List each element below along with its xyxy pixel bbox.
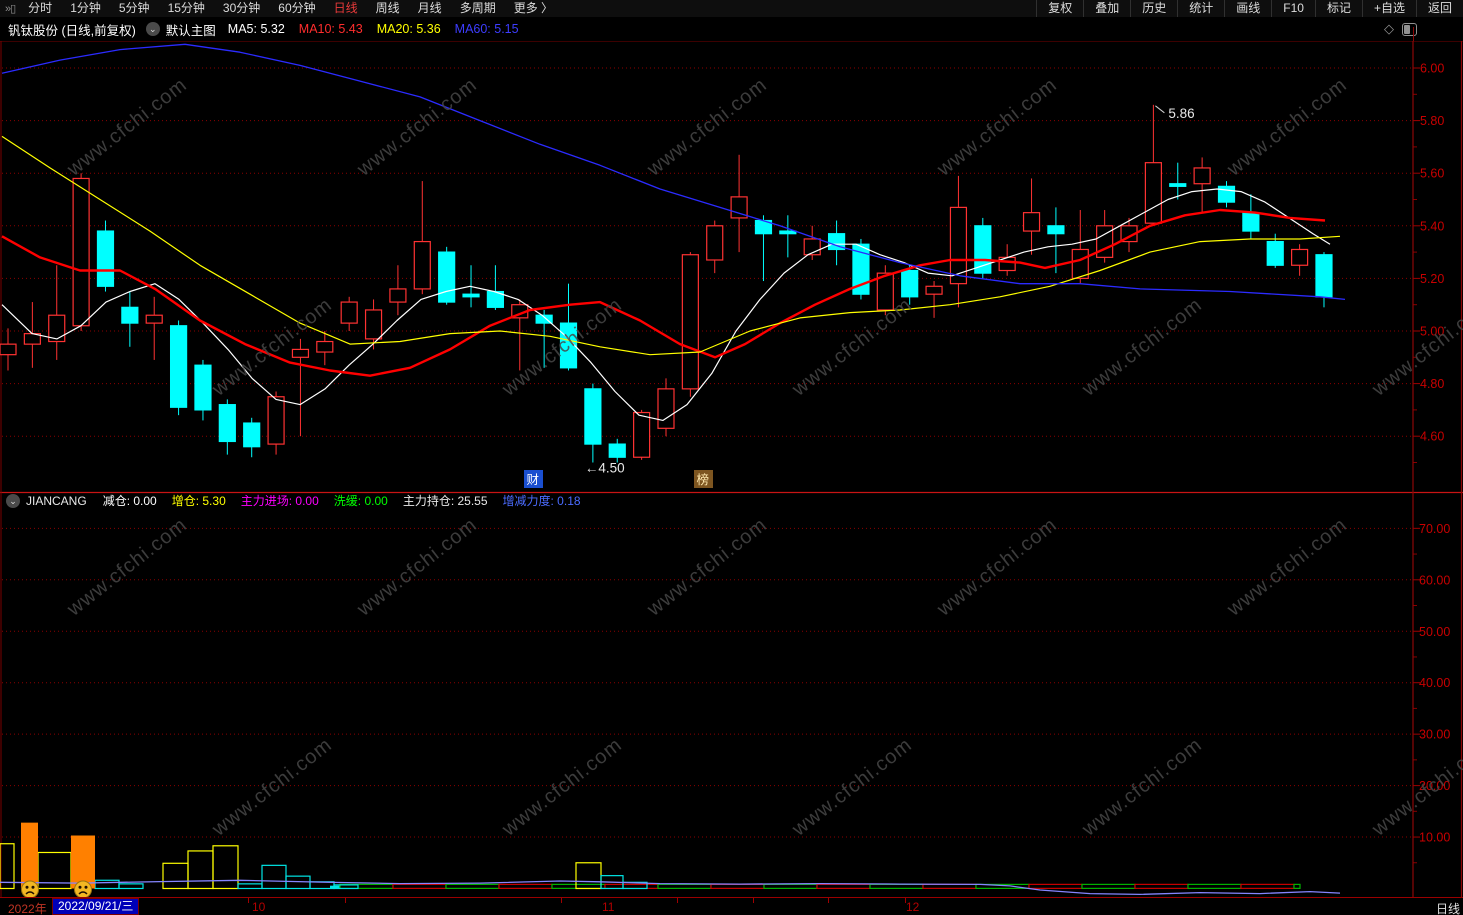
menu-item-6[interactable]: 日线	[325, 0, 367, 17]
time-tick	[345, 898, 346, 903]
selected-date-box[interactable]: 2022/09/21/三	[52, 898, 140, 915]
svg-text:30.00: 30.00	[1419, 728, 1450, 742]
month-label: 11	[602, 900, 615, 914]
indicator-field-0: 减仓: 0.00	[102, 494, 157, 508]
tool-menu-item-0[interactable]: 复权	[1036, 0, 1083, 17]
menu-item-7[interactable]: 周线	[367, 0, 409, 17]
diamond-icon[interactable]: ◇	[1384, 21, 1394, 37]
sad-emoji-icon	[74, 880, 92, 899]
chart-canvas[interactable]: 6.00 5.80 5.60 5.40 5.20 5.00 4.80 4.60 70.00 60.…	[0, 0, 1463, 915]
tool-menu-item-1[interactable]: 叠加	[1083, 0, 1130, 17]
indicator-field-2: 主力进场: 0.00	[240, 494, 319, 508]
time-tick	[753, 898, 754, 903]
indicator-header: ⌄ JIANCANG 减仓: 0.00 增仓: 5.30 主力进场: 0.00 洗缓:…	[0, 493, 1410, 508]
menu-item-10[interactable]: 更多 〉	[505, 0, 562, 17]
svg-text:20.00: 20.00	[1419, 779, 1450, 793]
chart-info-bar: 钒钛股份 (日线,前复权) ⌄ 默认主图 MA5: 5.32 MA10: 5.43…	[0, 17, 1463, 41]
menu-item-4[interactable]: 30分钟	[214, 0, 269, 17]
menu-item-1[interactable]: 1分钟	[61, 0, 110, 17]
collapse-panel-icon[interactable]: »▯	[0, 2, 19, 15]
month-label: 10	[252, 900, 266, 914]
split-panel-icon[interactable]	[1402, 22, 1417, 36]
tool-menu-item-3[interactable]: 统计	[1177, 0, 1224, 17]
chart-frame: 6.00 5.80 5.60 5.40 5.20 5.00 4.80 4.60 70.00 60.…	[0, 41, 1463, 915]
svg-text:6.00: 6.00	[1420, 62, 1444, 76]
month-label: 12	[906, 900, 920, 914]
svg-text:5.86: 5.86	[1168, 106, 1194, 121]
time-tick	[561, 898, 562, 903]
stock-title: 钒钛股份 (日线,前复权)	[8, 23, 136, 38]
time-tick	[248, 898, 249, 903]
time-tick	[828, 898, 829, 903]
tool-menu-item-6[interactable]: 标记	[1314, 0, 1362, 17]
menu-item-8[interactable]: 月线	[409, 0, 451, 17]
svg-text:50.00: 50.00	[1419, 625, 1450, 639]
jiancang-layer	[0, 822, 1341, 899]
tool-menu-item-2[interactable]: 历史	[1130, 0, 1177, 17]
svg-text:4.60: 4.60	[1420, 430, 1444, 444]
indicator-fields: 减仓: 0.00 增仓: 5.30 主力进场: 0.00 洗缓: 0.00 主力持仓: …	[103, 492, 596, 509]
svg-text:←4.50: ←4.50	[585, 461, 625, 476]
menu-item-2[interactable]: 5分钟	[110, 0, 159, 17]
svg-text:财: 财	[527, 473, 540, 487]
tool-menu-item-4[interactable]: 画线	[1224, 0, 1271, 17]
indicator-field-1: 增仓: 5.30	[171, 494, 226, 508]
period-menu: 分时 1分钟 5分钟 15分钟 30分钟 60分钟 日线 周线 月线 多周期 更多 〉	[19, 0, 562, 17]
svg-text:4.80: 4.80	[1420, 377, 1444, 391]
indicator-field-3: 洗缓: 0.00	[333, 494, 388, 508]
series-MA60	[1, 43, 1346, 301]
period-indicator-label: 日线	[1436, 902, 1461, 915]
time-axis-bar: 2022年 2022/09/21/三 10 11 12 日线	[0, 897, 1463, 915]
app-window: »▯ 分时 1分钟 5分钟 15分钟 30分钟 60分钟 日线 周线 月线 多周期 更多 〉 复权叠…	[0, 0, 1463, 915]
tool-menu-item-8[interactable]: 返回	[1415, 0, 1463, 17]
time-tick	[905, 898, 906, 903]
sad-emoji-icon	[21, 880, 39, 899]
menu-item-0[interactable]: 分时	[19, 0, 61, 17]
axis-border-stub	[1413, 27, 1414, 41]
candles-layer	[0, 104, 1333, 463]
chevron-down-icon[interactable]: ⌄	[6, 493, 20, 508]
indicator-name[interactable]: JIANCANG	[26, 494, 87, 508]
indicator-field-5: 增减力度: 0.18	[502, 494, 581, 508]
tools-menu: 复权 叠加 历史 统计 画线 F10 标记 +自选 返回	[1036, 0, 1463, 17]
svg-text:榜: 榜	[697, 472, 710, 487]
ma-value-0: MA5: 5.32	[227, 22, 285, 36]
menu-item-9[interactable]: 多周期	[451, 0, 505, 17]
menu-item-3[interactable]: 15分钟	[159, 0, 214, 17]
chart-style-label[interactable]: 默认主图	[166, 20, 216, 39]
menu-item-5[interactable]: 60分钟	[269, 0, 324, 17]
ma-value-1: MA10: 5.43	[298, 22, 363, 36]
svg-text:70.00: 70.00	[1419, 522, 1450, 536]
svg-text:5.20: 5.20	[1420, 272, 1444, 286]
annotations-layer: 5.86 ←4.50 财 榜	[524, 105, 1195, 488]
tool-menu-item-5[interactable]: F10	[1271, 0, 1315, 17]
svg-text:60.00: 60.00	[1419, 573, 1450, 587]
tool-menu-item-7[interactable]: +自选	[1361, 0, 1416, 17]
time-tick	[677, 898, 678, 903]
chevron-down-icon[interactable]: ⌄	[145, 22, 160, 36]
svg-text:10.00: 10.00	[1419, 831, 1450, 845]
svg-text:40.00: 40.00	[1419, 676, 1450, 690]
indicator-field-4: 主力持仓: 25.55	[402, 494, 488, 508]
ma-value-3: MA60: 5.15	[454, 22, 519, 36]
svg-text:5.40: 5.40	[1420, 219, 1444, 233]
svg-text:5.80: 5.80	[1420, 114, 1444, 128]
ma-value-2: MA20: 5.36	[376, 22, 441, 36]
svg-text:5.00: 5.00	[1420, 325, 1444, 339]
svg-text:5.60: 5.60	[1420, 167, 1444, 181]
year-label: 2022年	[8, 902, 47, 915]
top-menu-bar: »▯ 分时 1分钟 5分钟 15分钟 30分钟 60分钟 日线 周线 月线 多周期 更多 〉 复权叠…	[0, 0, 1463, 17]
ma-values: MA5: 5.32 MA10: 5.43 MA20: 5.36 MA60: 5.15	[228, 22, 533, 36]
